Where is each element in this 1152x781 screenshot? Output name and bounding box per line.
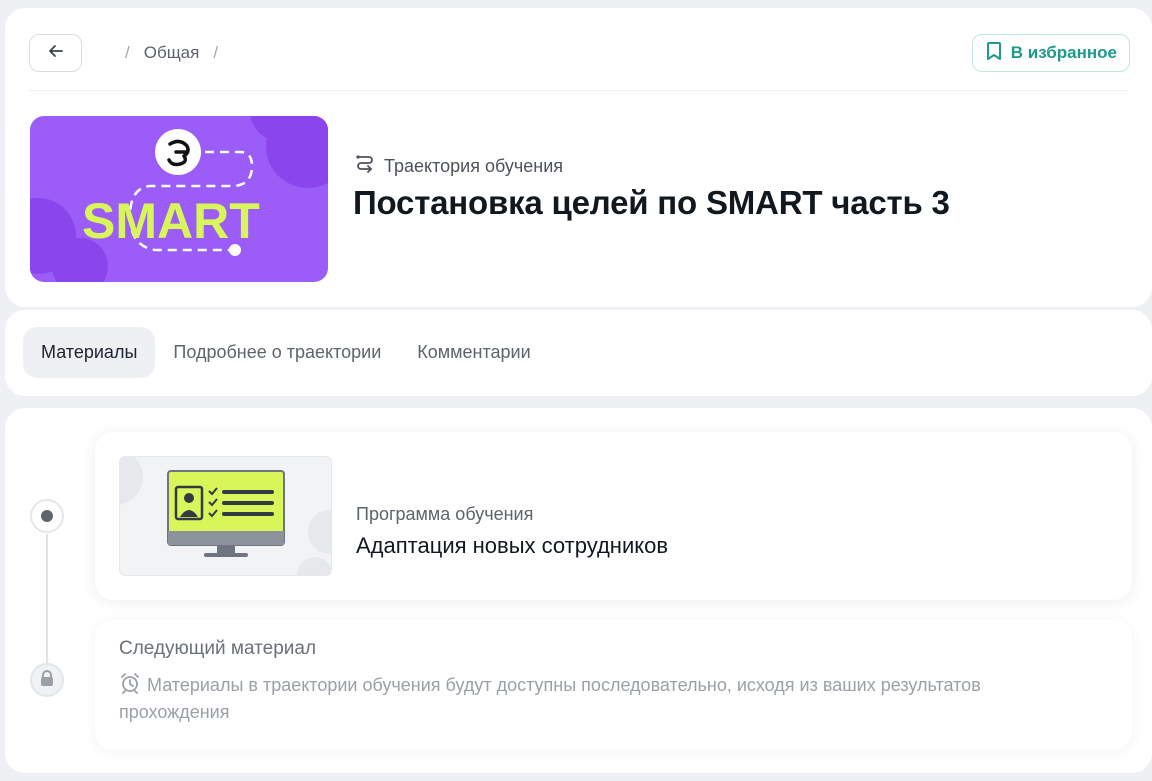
content-type-label: Траектория обучения [384,156,564,176]
dot-icon [41,510,53,522]
bookmark-icon [985,41,1003,66]
tab-comments[interactable]: Комментарии [399,327,548,378]
timeline-line [46,534,48,664]
material-title: Адаптация новых сотрудников [356,533,669,558]
breadcrumb: / Общая / [125,42,218,64]
materials-card: Программа обучения Адаптация новых сотру… [5,408,1152,773]
next-material-card: Следующий материал Материалы в траектори… [95,620,1132,750]
tab-materials[interactable]: Материалы [23,327,156,378]
back-button[interactable] [29,34,82,72]
material-item[interactable]: Программа обучения Адаптация новых сотру… [95,432,1132,600]
content-type: Траектория обучения [354,153,563,180]
material-thumbnail [119,456,332,576]
header-divider [29,90,1128,91]
add-to-favorites-label: В избранное [1010,43,1117,62]
next-material-title: Следующий материал [119,638,317,659]
breadcrumb-item-general[interactable]: Общая [144,43,200,63]
alarm-clock-icon [119,672,141,700]
lock-icon [39,669,55,692]
add-to-favorites-button[interactable]: В избранное [971,34,1130,72]
tab-trajectory-details[interactable]: Подробнее о траектории [155,327,399,378]
page-title: Постановка целей по SMART часть 3 [353,184,950,221]
next-material-note: Материалы в траектории обучения будут до… [119,672,1019,724]
cover-image: SMART [30,116,328,282]
next-material-note-text: Материалы в траектории обучения будут до… [119,675,981,722]
cover-text: SMART [82,193,260,249]
material-type: Программа обучения [356,504,534,524]
header-card: / Общая / В избранное SMART Траектория о… [5,8,1152,307]
timeline-locked-step [30,663,64,697]
arrow-left-icon [47,42,65,65]
smart-cover-illustration: SMART [30,116,328,282]
timeline-current-step [30,499,64,533]
breadcrumb-separator: / [213,43,219,62]
tab-bar: Материалы Подробнее о траектории Коммент… [23,327,549,378]
tabs-card: Материалы Подробнее о траектории Коммент… [5,310,1152,396]
route-icon [354,153,376,180]
monitor-illustration [120,457,331,575]
breadcrumb-separator: / [125,43,130,62]
